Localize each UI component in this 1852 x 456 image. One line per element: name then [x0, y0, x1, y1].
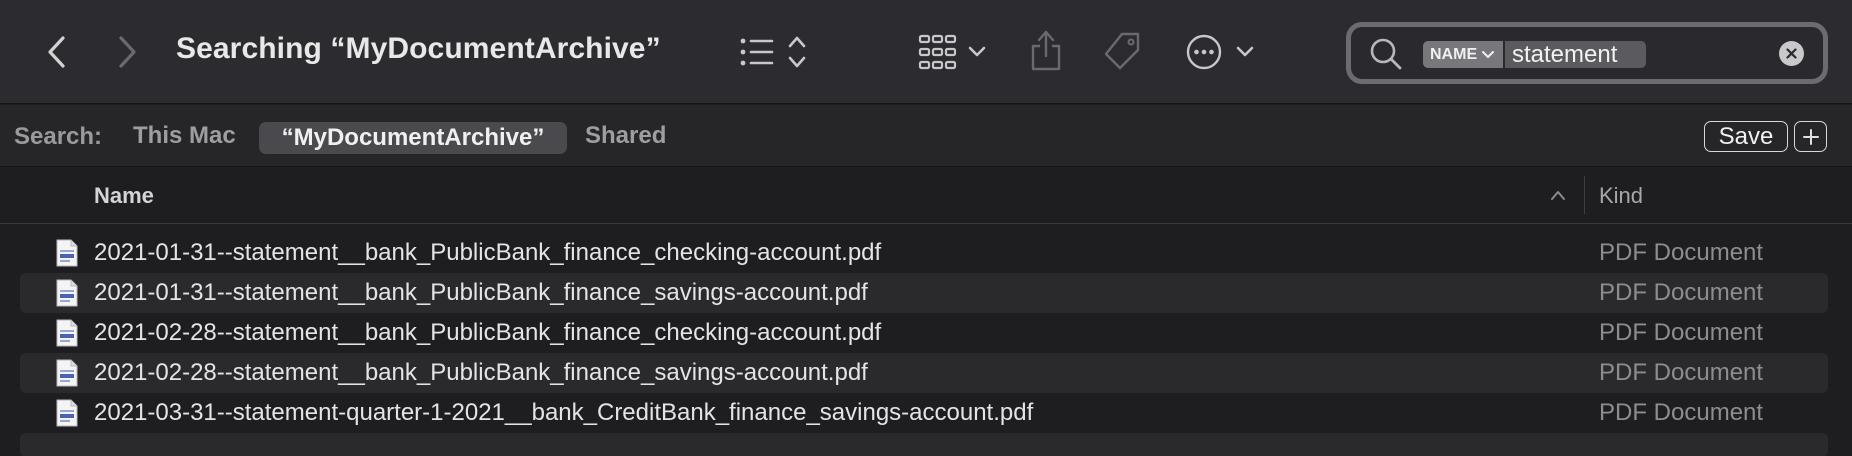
pdf-file-icon [56, 399, 78, 427]
file-name: 2021-02-28--statement__bank_PublicBank_f… [94, 319, 882, 346]
pdf-file-icon [56, 279, 78, 307]
file-list: 2021-01-31--statement__bank_PublicBank_f… [0, 233, 1852, 456]
file-row[interactable]: 2021-01-31--statement__bank_PublicBank_f… [20, 233, 1828, 273]
file-kind: PDF Document [1599, 399, 1764, 426]
file-name: 2021-03-31--statement-quarter-1-2021__ba… [94, 399, 1034, 426]
chevron-right-icon[interactable] [110, 34, 144, 70]
window-title: Searching “MyDocumentArchive” [176, 32, 661, 65]
file-row[interactable]: 2021-03-31--statement-quarter-1-2021__ba… [20, 393, 1828, 433]
search-field[interactable]: NAME statement [1346, 22, 1828, 84]
group-grid-icon[interactable] [918, 32, 990, 72]
file-name: 2021-02-28--statement__bank_PublicBank_f… [94, 359, 868, 386]
column-name-header[interactable]: Name [94, 183, 154, 209]
file-row[interactable]: 2021-02-28--statement__bank_PublicBank_f… [20, 313, 1828, 353]
search-icon [1369, 37, 1403, 76]
plus-icon [1802, 128, 1819, 145]
list-view-icon[interactable] [738, 32, 808, 72]
chevron-down-icon [1482, 46, 1495, 64]
scope-mydocumentarchive[interactable]: “MyDocumentArchive” [259, 122, 567, 154]
sort-ascending-icon[interactable] [1550, 188, 1566, 206]
file-kind: PDF Document [1599, 359, 1764, 386]
column-divider[interactable] [1584, 176, 1585, 214]
column-kind-header[interactable]: Kind [1599, 183, 1643, 209]
empty-row [20, 433, 1828, 456]
scope-shared[interactable]: Shared [585, 122, 666, 150]
file-kind: PDF Document [1599, 319, 1764, 346]
toolbar: Searching “MyDocumentArchive” NAME state… [0, 0, 1852, 104]
scope-label: Search: [14, 123, 103, 150]
clear-icon[interactable] [1779, 41, 1804, 66]
search-scope-bar: Search: This Mac “MyDocumentArchive” Sha… [0, 105, 1852, 167]
file-row[interactable]: 2021-01-31--statement__bank_PublicBank_f… [20, 273, 1828, 313]
file-name: 2021-01-31--statement__bank_PublicBank_f… [94, 279, 868, 306]
tag-icon[interactable] [1100, 30, 1144, 74]
scope-this-mac[interactable]: This Mac [133, 122, 236, 150]
share-icon[interactable] [1028, 28, 1064, 72]
search-token-value[interactable]: statement [1505, 41, 1646, 68]
file-kind: PDF Document [1599, 279, 1764, 306]
pdf-file-icon [56, 239, 78, 267]
pdf-file-icon [56, 319, 78, 347]
search-token-attribute[interactable]: NAME [1423, 41, 1503, 68]
add-criteria-button[interactable] [1794, 121, 1827, 152]
chevron-left-icon[interactable] [40, 34, 74, 70]
search-token-label: NAME [1430, 45, 1478, 63]
pdf-file-icon [56, 359, 78, 387]
save-search-button[interactable]: Save [1704, 121, 1788, 152]
file-kind: PDF Document [1599, 239, 1764, 266]
file-name: 2021-01-31--statement__bank_PublicBank_f… [94, 239, 882, 266]
ellipsis-circle-icon[interactable] [1186, 32, 1258, 72]
column-header: Name Kind [0, 168, 1852, 224]
file-row[interactable]: 2021-02-28--statement__bank_PublicBank_f… [20, 353, 1828, 393]
